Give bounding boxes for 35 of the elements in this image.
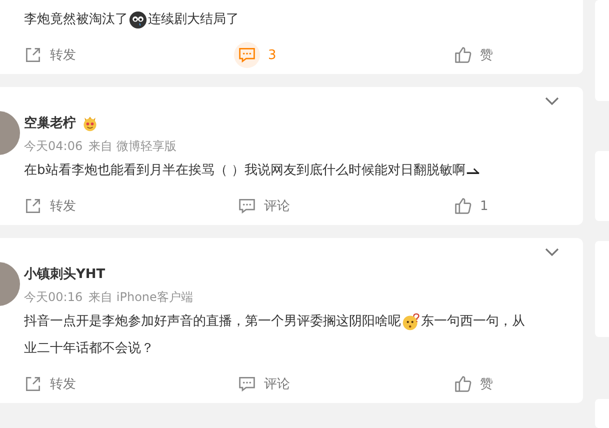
- author-name[interactable]: 空巢老柠: [24, 114, 76, 132]
- share-button[interactable]: 转发: [24, 193, 76, 219]
- post-text: 东一句西一句，从: [421, 313, 525, 331]
- post-source: 来自 iPhone客户端: [88, 288, 193, 306]
- post-time[interactable]: 今天00:16: [24, 288, 83, 306]
- comment-icon: [238, 197, 256, 215]
- like-button[interactable]: 赞: [454, 42, 493, 68]
- share-icon: [24, 197, 42, 215]
- comment-button[interactable]: 评论: [238, 371, 290, 397]
- crown-face-icon: [81, 114, 99, 132]
- post-text: 在b站看李炮也能看到月半在挨骂（ ）我说网友到底什么时候能对日翻脱敏啊: [24, 162, 466, 180]
- chevron-down-icon[interactable]: [545, 248, 560, 256]
- comment-icon: [238, 375, 256, 393]
- comment-button[interactable]: 评论: [238, 193, 290, 219]
- post-text: 业二十年话都不会说？: [24, 340, 154, 358]
- share-icon: [24, 375, 42, 393]
- share-icon: [24, 46, 42, 64]
- like-button[interactable]: 赞: [454, 371, 493, 397]
- thumbs-up-icon: [454, 46, 472, 64]
- post-source: 来自 微博轻享版: [88, 138, 176, 154]
- post-text: 李炮竟然被淘汰了: [24, 11, 128, 29]
- chevron-down-icon[interactable]: [545, 97, 560, 105]
- post-text: 连续剧大结局了: [148, 11, 239, 29]
- post-time[interactable]: 今天04:06: [24, 138, 83, 154]
- comment-button[interactable]: 3: [238, 42, 276, 68]
- thumbs-up-icon: [454, 197, 472, 215]
- thumbs-up-icon: [454, 375, 472, 393]
- post-text: 抖音一点开是李炮参加好声音的直播，第一个男评委搁这阴阳啥呢: [24, 313, 401, 331]
- share-button[interactable]: 转发: [24, 371, 76, 397]
- share-button[interactable]: 转发: [24, 42, 76, 68]
- like-button[interactable]: 1: [454, 193, 488, 219]
- dark-face-icon: [129, 10, 147, 28]
- author-name[interactable]: 小镇刺头YHT: [24, 265, 106, 283]
- puzzled-face-icon: [402, 312, 420, 330]
- comment-icon: [234, 42, 260, 68]
